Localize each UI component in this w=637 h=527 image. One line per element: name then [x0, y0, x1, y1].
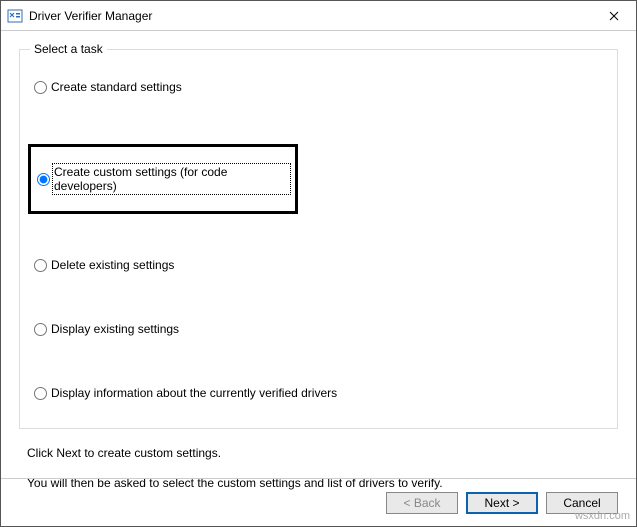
radio-delete[interactable]: [34, 259, 47, 272]
radio-display[interactable]: [34, 323, 47, 336]
radio-custom-label: Create custom settings (for code develop…: [54, 165, 289, 193]
radio-info[interactable]: [34, 387, 47, 400]
button-bar: < Back Next > Cancel: [1, 478, 636, 526]
app-icon: [7, 8, 23, 24]
driver-verifier-window: Driver Verifier Manager Select a task Cr…: [0, 0, 637, 527]
next-button[interactable]: Next >: [466, 492, 538, 514]
task-groupbox: Select a task Create standard settings C…: [19, 49, 618, 429]
radio-standard[interactable]: [34, 81, 47, 94]
radio-delete-label: Delete existing settings: [51, 258, 174, 272]
radio-display-label: Display existing settings: [51, 322, 179, 336]
back-button: < Back: [386, 492, 458, 514]
group-legend: Select a task: [30, 42, 107, 56]
option-info[interactable]: Display information about the currently …: [34, 386, 603, 400]
window-title: Driver Verifier Manager: [29, 9, 591, 23]
option-display[interactable]: Display existing settings: [34, 322, 603, 336]
close-icon: [609, 11, 619, 21]
option-custom[interactable]: Create custom settings (for code develop…: [28, 144, 298, 214]
titlebar: Driver Verifier Manager: [1, 1, 636, 31]
radio-standard-label: Create standard settings: [51, 80, 182, 94]
close-button[interactable]: [591, 1, 636, 31]
option-standard[interactable]: Create standard settings: [34, 80, 603, 94]
radio-custom[interactable]: [37, 173, 50, 186]
instruction-line-1: Click Next to create custom settings.: [27, 443, 610, 465]
cancel-button[interactable]: Cancel: [546, 492, 618, 514]
radio-info-label: Display information about the currently …: [51, 386, 337, 400]
option-delete[interactable]: Delete existing settings: [34, 258, 603, 272]
content-area: Select a task Create standard settings C…: [1, 31, 636, 478]
